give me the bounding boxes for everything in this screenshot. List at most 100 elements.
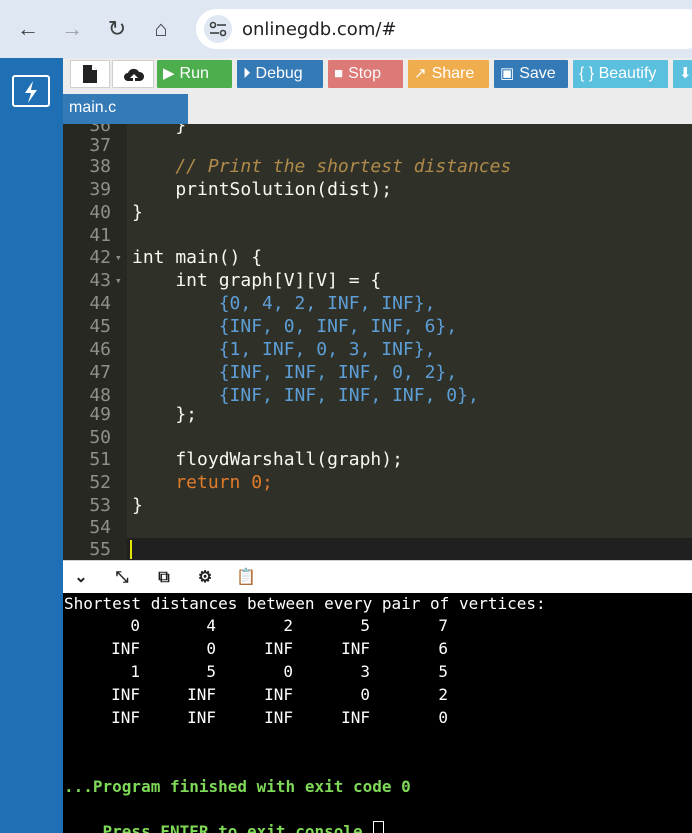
settings-gear-icon[interactable]: ⚙ — [194, 567, 216, 589]
debug-label: Debug — [255, 65, 303, 82]
line-number: 47 — [89, 362, 111, 383]
site-settings-icon[interactable] — [204, 15, 232, 43]
output-console[interactable]: Shortest distances between every pair of… — [63, 593, 692, 833]
code-line: 54 — [63, 516, 692, 539]
clipboard-icon[interactable]: 📋 — [235, 567, 257, 589]
code-line: 39 printSolution(dist); — [63, 178, 692, 201]
code-line: 43 ▾ int graph[V][V] = { — [63, 269, 692, 292]
output-cell: 2 — [283, 616, 293, 635]
line-number: 51 — [89, 449, 111, 470]
code-text: {1, INF, 0, 3, INF}, — [132, 339, 436, 360]
output-cell: 0 — [360, 685, 370, 704]
fold-arrow-icon[interactable]: ▾ — [115, 269, 122, 292]
output-cell: 5 — [360, 616, 370, 635]
exit-prompt-line: Press ENTER to exit console. — [64, 799, 385, 833]
line-number: 50 — [89, 427, 111, 448]
active-code-line[interactable]: 55 — [63, 538, 692, 560]
code-line: 38 // Print the shortest distances — [63, 155, 692, 178]
output-cell: 0 — [130, 616, 140, 635]
console-heading: Shortest distances between every pair of… — [64, 594, 546, 613]
exit-prompt: Press ENTER to exit console. — [102, 822, 373, 833]
collapse-chevron-icon[interactable]: ⌄ — [70, 567, 92, 589]
code-line: 42 ▾ int main() { — [63, 246, 692, 269]
output-cell: 7 — [438, 616, 448, 635]
output-cell: INF — [111, 708, 140, 727]
code-line: 49 }; — [63, 403, 692, 426]
forward-icon[interactable]: → — [57, 14, 87, 44]
url-text[interactable]: onlinegdb.com/# — [242, 19, 397, 40]
home-icon[interactable]: ⌂ — [146, 14, 176, 44]
debug-icon: ⏵ — [243, 65, 251, 82]
code-text: floydWarshall(graph); — [132, 449, 403, 470]
file-tabs: main.c — [63, 92, 692, 124]
address-bar[interactable]: onlinegdb.com/# — [196, 9, 692, 49]
share-icon: ↗ — [414, 65, 427, 82]
code-line: 47 {INF, INF, INF, 0, 2}, — [63, 361, 692, 384]
output-cell: 5 — [438, 662, 448, 681]
code-line: 50 — [63, 426, 692, 449]
code-text: } — [132, 495, 143, 516]
line-number: 38 — [89, 156, 111, 177]
debug-button[interactable]: ⏵ Debug — [237, 60, 323, 88]
save-label: Save — [519, 65, 556, 82]
code-line: 51 floydWarshall(graph); — [63, 448, 692, 471]
output-cell: INF — [341, 639, 370, 658]
tab-main-c[interactable]: main.c — [63, 94, 188, 124]
code-text: } — [132, 202, 143, 223]
console-toolbar: ⌄ ⤡ ⧉ ⚙ 📋 — [63, 560, 692, 593]
output-cell: INF — [341, 708, 370, 727]
stop-button[interactable]: ■ Stop — [328, 60, 403, 88]
code-line: 40 } — [63, 201, 692, 224]
play-icon: ▶ — [163, 65, 175, 82]
line-number: 55 — [89, 539, 111, 560]
save-button[interactable]: ▣ Save — [494, 60, 568, 88]
minimize-icon[interactable]: ⤡ — [111, 567, 133, 589]
line-number: 45 — [89, 316, 111, 337]
terminal-cursor — [373, 821, 385, 833]
code-text: {INF, INF, INF, 0, 2}, — [132, 362, 458, 383]
output-cell: 3 — [360, 662, 370, 681]
code-text: int main() { — [132, 247, 263, 268]
line-number: 54 — [89, 517, 111, 538]
code-line: 44 {0, 4, 2, INF, INF}, — [63, 292, 692, 315]
share-button[interactable]: ↗ Share — [408, 60, 489, 88]
output-cell: 1 — [130, 662, 140, 681]
line-number: 49 — [89, 404, 111, 425]
line-number: 41 — [89, 225, 111, 246]
cloud-upload-icon — [124, 68, 145, 81]
editor-toolbar: ▶ Run ⏵ Debug ■ Stop ↗ Share ▣ Save { } Beaut… — [63, 58, 692, 92]
run-button[interactable]: ▶ Run — [157, 60, 232, 88]
code-editor[interactable]: 36 } 37 38 // Print the shortest distanc… — [63, 124, 692, 560]
code-text: return 0; — [132, 472, 273, 493]
output-cell: INF — [264, 685, 293, 704]
fold-arrow-icon[interactable]: ▾ — [115, 246, 122, 269]
output-cell: 2 — [438, 685, 448, 704]
line-number: 52 — [89, 472, 111, 493]
active-line-highlight — [127, 538, 692, 560]
file-icon — [83, 65, 97, 83]
download-button[interactable]: ⬇ — [673, 60, 692, 88]
reload-icon[interactable]: ↻ — [102, 14, 132, 44]
console-layout-icon[interactable]: ⧉ — [153, 567, 175, 589]
code-line: 45 {INF, 0, INF, INF, 6}, — [63, 315, 692, 338]
code-text: {0, 4, 2, INF, INF}, — [132, 293, 436, 314]
output-cell: 4 — [206, 616, 216, 635]
code-line: 41 — [63, 224, 692, 247]
output-cell: 6 — [438, 639, 448, 658]
onlinegdb-logo-icon[interactable] — [12, 75, 50, 107]
code-comment: // Print the shortest distances — [132, 156, 512, 177]
output-cell: INF — [187, 708, 216, 727]
code-text: {INF, 0, INF, INF, 6}, — [132, 316, 458, 337]
beautify-button[interactable]: { } Beautify — [573, 60, 668, 88]
line-number: 42 — [89, 247, 111, 268]
code-text: }; — [132, 404, 198, 425]
new-file-button[interactable] — [70, 60, 110, 88]
line-number: 39 — [89, 179, 111, 200]
download-icon: ⬇ — [679, 65, 692, 82]
exit-message: ...Program finished with exit code 0 — [64, 777, 411, 796]
back-icon[interactable]: ← — [13, 14, 43, 44]
code-text: int graph[V][V] = { — [132, 270, 382, 291]
upload-button[interactable] — [112, 60, 154, 88]
app-sidebar — [0, 58, 63, 833]
code-line: 46 {1, INF, 0, 3, INF}, — [63, 338, 692, 361]
